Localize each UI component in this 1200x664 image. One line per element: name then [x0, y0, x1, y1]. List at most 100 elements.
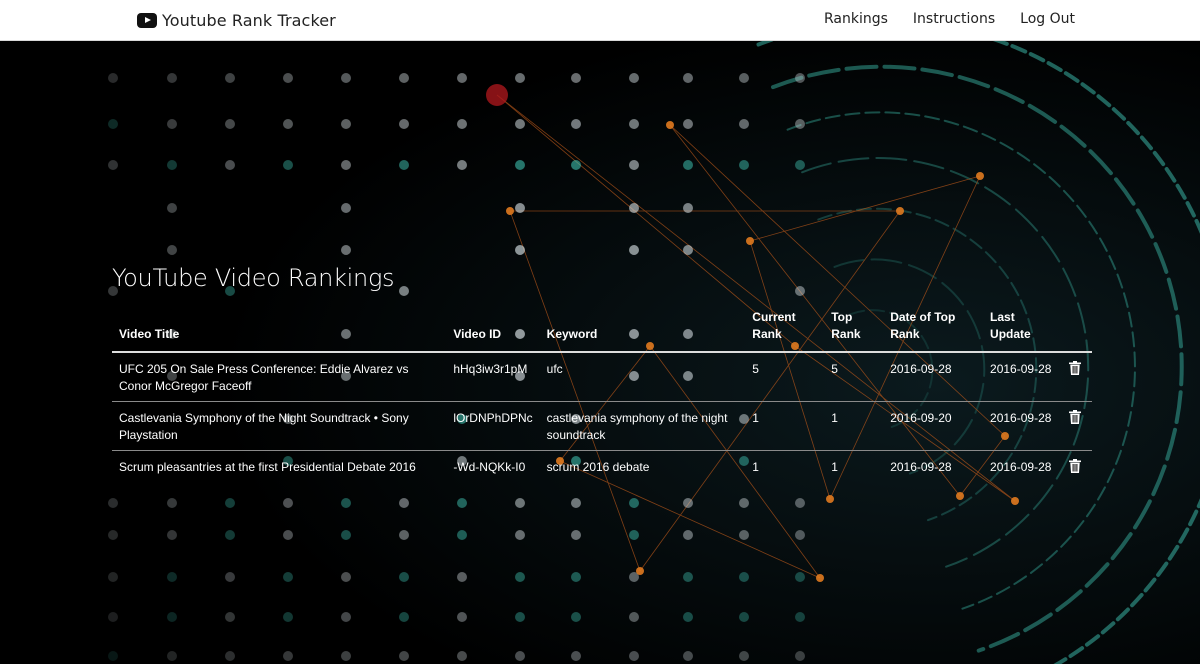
background-dot	[571, 73, 581, 83]
background-dot	[629, 245, 639, 255]
background-dot	[457, 572, 467, 582]
main-content: YouTube Video Rankings Video Title Video…	[112, 264, 1092, 484]
background-dot	[571, 572, 581, 582]
background-dot	[457, 119, 467, 129]
background-dot	[795, 530, 805, 540]
background-dot	[515, 498, 525, 508]
background-dot	[515, 203, 525, 213]
background-dot	[739, 160, 749, 170]
background-network-node	[636, 567, 644, 575]
table-row: UFC 205 On Sale Press Conference: Eddie …	[112, 352, 1092, 402]
background-dot	[225, 119, 235, 129]
background-dot	[739, 73, 749, 83]
col-last-update: Last Update	[983, 309, 1062, 353]
cell-last-update: 2016-09-28	[983, 450, 1062, 484]
background-dot	[571, 651, 581, 661]
youtube-play-icon	[137, 12, 157, 28]
background-network-node	[976, 172, 984, 180]
background-dot	[795, 119, 805, 129]
background-dot	[683, 119, 693, 129]
nav-link-rankings[interactable]: Rankings	[824, 11, 888, 27]
nav-link-logout[interactable]: Log Out	[1020, 11, 1075, 27]
cell-video-title: Castlevania Symphony of the Night Soundt…	[112, 401, 447, 451]
background-dot	[283, 73, 293, 83]
background-dot	[515, 245, 525, 255]
cell-current-rank: 1	[745, 450, 825, 484]
background-dot	[515, 572, 525, 582]
background-dot	[457, 530, 467, 540]
background-network-node	[826, 495, 834, 503]
background-dot	[341, 612, 351, 622]
cell-video-id: hHq3iw3r1pM	[453, 362, 528, 376]
cell-keyword: ufc	[546, 362, 563, 376]
background-dot	[629, 73, 639, 83]
background-dot	[108, 119, 118, 129]
background-dot	[457, 612, 467, 622]
cell-date-of-top-rank: 2016-09-28	[883, 450, 984, 484]
col-top-rank: Top Rank	[824, 309, 884, 353]
background-dot	[571, 498, 581, 508]
background-network-node	[1011, 497, 1019, 505]
background-network-node	[746, 237, 754, 245]
brand-link[interactable]: Youtube Rank Tracker	[137, 9, 336, 31]
delete-trash-icon[interactable]	[1068, 410, 1081, 429]
background-dot	[457, 651, 467, 661]
background-dot	[739, 119, 749, 129]
rankings-table: Video Title Video ID Keyword Current Rank…	[112, 309, 1092, 484]
background-dot	[167, 612, 177, 622]
background-dot	[629, 119, 639, 129]
background-dot	[739, 651, 749, 661]
background-dot	[108, 612, 118, 622]
nav-link-instructions[interactable]: Instructions	[913, 11, 995, 27]
background-dot	[167, 530, 177, 540]
background-dot	[108, 530, 118, 540]
background-dot	[739, 612, 749, 622]
background-dot	[225, 498, 235, 508]
background-dot	[283, 160, 293, 170]
background-dot	[629, 160, 639, 170]
nav-links: Rankings Instructions Log Out	[799, 11, 1075, 27]
cell-actions	[1062, 352, 1092, 402]
background-network-node	[506, 207, 514, 215]
background-dot	[167, 651, 177, 661]
background-dot	[399, 73, 409, 83]
background-dot	[515, 73, 525, 83]
brand-label: Youtube Rank Tracker	[162, 10, 336, 30]
background-dot	[341, 530, 351, 540]
background-dot	[399, 160, 409, 170]
background-dot	[739, 530, 749, 540]
background-dot	[571, 119, 581, 129]
background-dot	[399, 651, 409, 661]
delete-trash-icon[interactable]	[1068, 361, 1081, 380]
background-dot	[283, 498, 293, 508]
background-dot	[341, 651, 351, 661]
table-row: Castlevania Symphony of the Night Soundt…	[112, 401, 1092, 451]
cell-date-of-top-rank: 2016-09-28	[890, 362, 952, 376]
page-title: YouTube Video Rankings	[112, 264, 395, 292]
background-dot	[167, 160, 177, 170]
background-dot	[399, 119, 409, 129]
background-network-node	[816, 574, 824, 582]
background-dot	[683, 160, 693, 170]
background-dot	[225, 530, 235, 540]
background-dot	[457, 498, 467, 508]
background-dot	[795, 572, 805, 582]
background-dot	[167, 73, 177, 83]
background-dot	[629, 651, 639, 661]
cell-current-rank: 1	[745, 401, 825, 451]
cell-current-rank: 5	[752, 362, 759, 376]
background-dot	[283, 119, 293, 129]
table-row: Scrum pleasantries at the first Presiden…	[112, 450, 1092, 484]
table-header-row: Video Title Video ID Keyword Current Rank…	[112, 309, 1092, 353]
background-dot	[167, 498, 177, 508]
cell-top-rank: 5	[831, 362, 838, 376]
background-dot	[341, 572, 351, 582]
background-network-node	[666, 121, 674, 129]
background-dot	[167, 203, 177, 213]
delete-trash-icon[interactable]	[1068, 459, 1081, 478]
background-dot	[629, 203, 639, 213]
background-dot	[571, 612, 581, 622]
background-network-node	[486, 84, 508, 106]
background-dot	[683, 73, 693, 83]
background-dot	[225, 160, 235, 170]
